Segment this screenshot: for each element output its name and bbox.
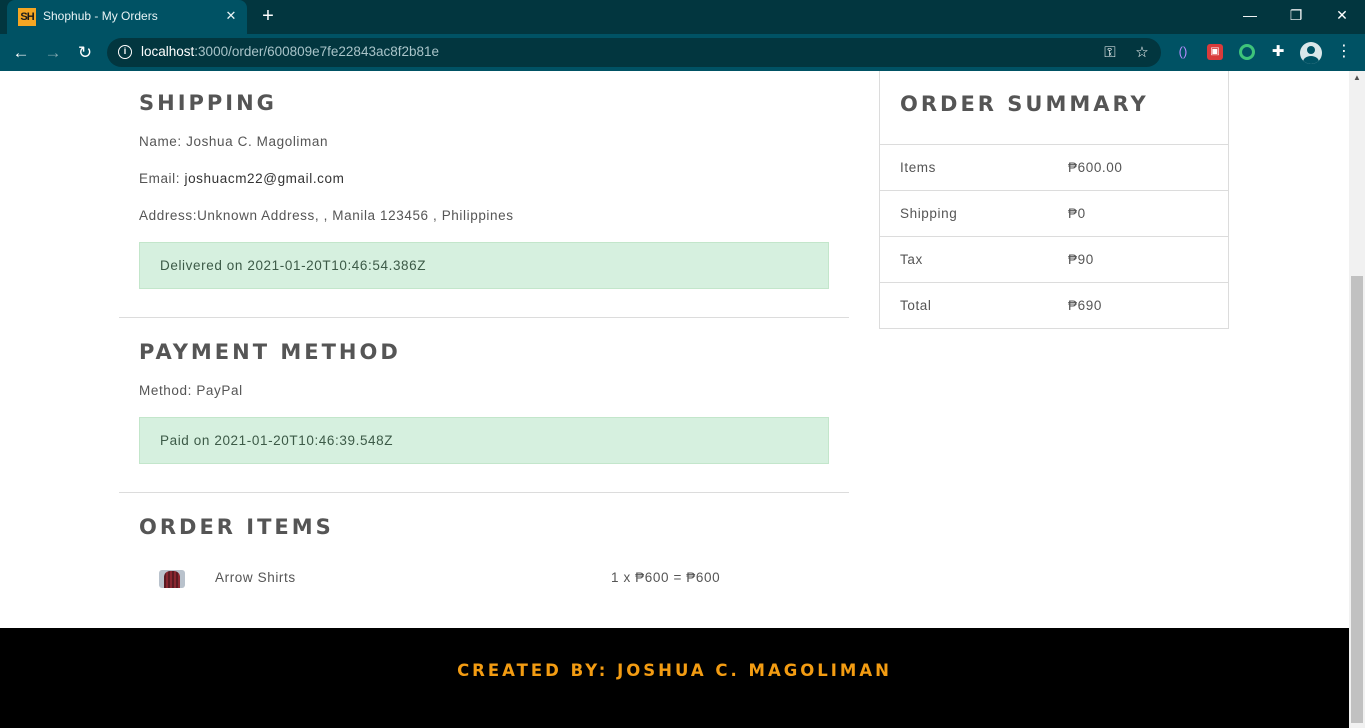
summary-row-items: Items ₱600.00	[880, 144, 1228, 190]
extension-brackets-icon[interactable]: ()	[1173, 42, 1193, 62]
product-price-calc: 1 x ₱600 = ₱600	[611, 570, 721, 585]
section-divider	[119, 492, 849, 493]
browser-tab-strip: SH Shophub - My Orders ✕ + — ❐ ✕	[0, 0, 1365, 34]
payment-status-alert: Paid on 2021-01-20T10:46:39.548Z	[139, 417, 829, 464]
browser-toolbar: ← → ↻ i localhost:3000/order/600809e7fe2…	[0, 34, 1365, 71]
browser-tab[interactable]: SH Shophub - My Orders ✕	[7, 0, 247, 34]
tab-title: Shophub - My Orders	[43, 9, 158, 23]
scroll-up-arrow-icon[interactable]: ▲	[1351, 73, 1363, 83]
shophub-favicon-icon: SH	[18, 8, 36, 26]
extensions-puzzle-icon[interactable]: ✚	[1268, 42, 1288, 62]
delivery-status-text: Delivered on 2021-01-20T10:46:54.386Z	[160, 258, 427, 273]
summary-label: Tax	[900, 252, 923, 267]
summary-label: Items	[900, 160, 937, 175]
payment-method: Method: PayPal	[139, 383, 243, 398]
summary-label: Shipping	[900, 206, 958, 221]
summary-row-shipping: Shipping ₱0	[880, 190, 1228, 236]
forward-icon[interactable]: →	[41, 41, 65, 65]
minimize-icon[interactable]: —	[1227, 0, 1273, 30]
payment-heading: PAYMENT METHOD	[139, 340, 401, 364]
tab-close-icon[interactable]: ✕	[222, 7, 240, 25]
window-close-icon[interactable]: ✕	[1319, 0, 1365, 30]
order-summary-card: ORDER SUMMARY Items ₱600.00 Shipping ₱0 …	[879, 71, 1229, 329]
profile-avatar-icon[interactable]	[1300, 42, 1322, 64]
order-summary-heading: ORDER SUMMARY	[900, 92, 1149, 116]
page-footer: CREATED BY: JOSHUA C. MAGOLIMAN	[0, 628, 1349, 728]
summary-value: ₱600.00	[1068, 160, 1123, 175]
product-image	[159, 570, 185, 588]
summary-value: ₱690	[1068, 298, 1102, 313]
shipping-address: Address:Unknown Address, , Manila 123456…	[139, 208, 514, 223]
url-host: localhost	[141, 44, 195, 59]
extension-red-icon[interactable]: ▣	[1207, 44, 1223, 60]
url-path: :3000/order/600809e7fe22843ac8f2b81e	[194, 44, 440, 59]
back-icon[interactable]: ←	[9, 41, 33, 65]
shipping-name: Name: Joshua C. Magoliman	[139, 134, 329, 149]
email-link[interactable]: joshuacm22@gmail.com	[184, 171, 344, 186]
summary-value: ₱0	[1068, 206, 1086, 221]
reload-icon[interactable]: ↻	[73, 41, 97, 65]
footer-credit: CREATED BY: JOSHUA C. MAGOLIMAN	[457, 661, 892, 680]
restore-icon[interactable]: ❐	[1273, 0, 1319, 30]
summary-row-tax: Tax ₱90	[880, 236, 1228, 282]
shipping-heading: SHIPPING	[139, 91, 277, 115]
section-divider	[119, 317, 849, 318]
summary-row-total: Total ₱690	[880, 282, 1228, 328]
summary-value: ₱90	[1068, 252, 1094, 267]
key-icon[interactable]: ⚿	[1100, 43, 1120, 63]
payment-status-text: Paid on 2021-01-20T10:46:39.548Z	[160, 433, 394, 448]
new-tab-icon[interactable]: +	[257, 5, 279, 27]
browser-menu-icon[interactable]: ⋮	[1334, 42, 1354, 62]
summary-label: Total	[900, 298, 932, 313]
address-bar[interactable]: i localhost:3000/order/600809e7fe22843ac…	[107, 38, 1161, 67]
product-link[interactable]: Arrow Shirts	[215, 570, 296, 585]
delivery-status-alert: Delivered on 2021-01-20T10:46:54.386Z	[139, 242, 829, 289]
email-label: Email:	[139, 171, 185, 186]
extension-green-ring-icon[interactable]	[1239, 44, 1255, 60]
url-text[interactable]: localhost:3000/order/600809e7fe22843ac8f…	[141, 44, 439, 59]
order-items-heading: ORDER ITEMS	[139, 515, 334, 539]
site-info-icon[interactable]: i	[118, 45, 132, 59]
shipping-email-line: Email: joshuacm22@gmail.com	[139, 171, 344, 186]
order-page: SHIPPING Name: Joshua C. Magoliman Email…	[0, 71, 1349, 728]
bookmark-star-icon[interactable]: ☆	[1132, 43, 1152, 63]
scrollbar-thumb[interactable]	[1351, 276, 1363, 723]
